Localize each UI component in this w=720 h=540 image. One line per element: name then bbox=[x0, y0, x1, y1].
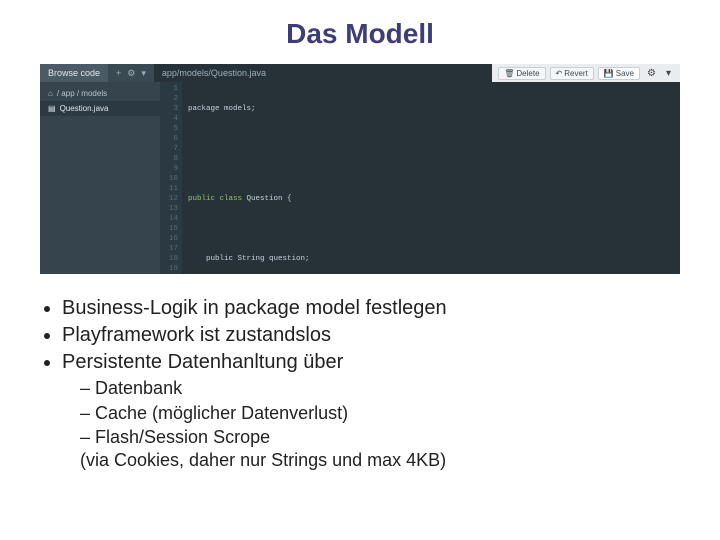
sidebar-path[interactable]: ⌂ / app / models bbox=[40, 86, 160, 101]
sub-bullet-1: Datenbank bbox=[80, 377, 690, 400]
sub-bullet-2: Cache (möglicher Datenverlust) bbox=[80, 402, 690, 425]
settings-gear-icon[interactable]: ⚙ bbox=[644, 68, 659, 79]
file-icon: ▤ bbox=[48, 104, 56, 113]
sub-bullet-3: Flash/Session Scrope (via Cookies, daher… bbox=[80, 426, 690, 471]
bullet-1: Business-Logik in package model festlege… bbox=[62, 296, 690, 321]
delete-button[interactable]: 🗑Delete bbox=[498, 67, 545, 80]
code-editor[interactable]: 123 456 789 101112 131415 161718 192021 … bbox=[160, 82, 680, 274]
chevron-down-icon[interactable]: ▾ bbox=[141, 68, 146, 79]
chevron-down-icon[interactable]: ▾ bbox=[663, 68, 674, 79]
line-gutter: 123 456 789 101112 131415 161718 192021 bbox=[160, 82, 182, 274]
sidebar-file-question[interactable]: ▤ Question.java bbox=[40, 101, 160, 116]
browse-code-label: Browse code bbox=[40, 64, 108, 82]
trash-icon: 🗑 bbox=[504, 69, 514, 78]
toolbar-controls: + ⚙ ▾ bbox=[108, 64, 154, 82]
plus-icon[interactable]: + bbox=[116, 68, 121, 78]
code-area[interactable]: package models; public class Question { … bbox=[182, 82, 680, 274]
slide-title: Das Modell bbox=[30, 18, 690, 50]
bullet-3: Persistente Datenhanltung über Datenbank… bbox=[62, 350, 690, 471]
undo-icon: ↶ bbox=[556, 69, 563, 78]
bullet-list: Business-Logik in package model festlege… bbox=[40, 296, 690, 471]
toolbar-right: 🗑Delete ↶Revert 💾Save ⚙ ▾ bbox=[492, 64, 680, 82]
ide-toolbar: Browse code + ⚙ ▾ app/models/Question.ja… bbox=[40, 64, 680, 82]
gear-icon[interactable]: ⚙ bbox=[127, 68, 135, 79]
file-sidebar: ⌂ / app / models ▤ Question.java bbox=[40, 82, 160, 274]
ide-screenshot: Browse code + ⚙ ▾ app/models/Question.ja… bbox=[40, 64, 680, 274]
save-icon: 💾 bbox=[604, 69, 614, 78]
bullet-2: Playframework ist zustandslos bbox=[62, 323, 690, 348]
breadcrumb: app/models/Question.java bbox=[154, 64, 492, 82]
revert-button[interactable]: ↶Revert bbox=[550, 67, 594, 80]
save-button[interactable]: 💾Save bbox=[598, 67, 640, 80]
home-icon: ⌂ bbox=[48, 89, 53, 98]
